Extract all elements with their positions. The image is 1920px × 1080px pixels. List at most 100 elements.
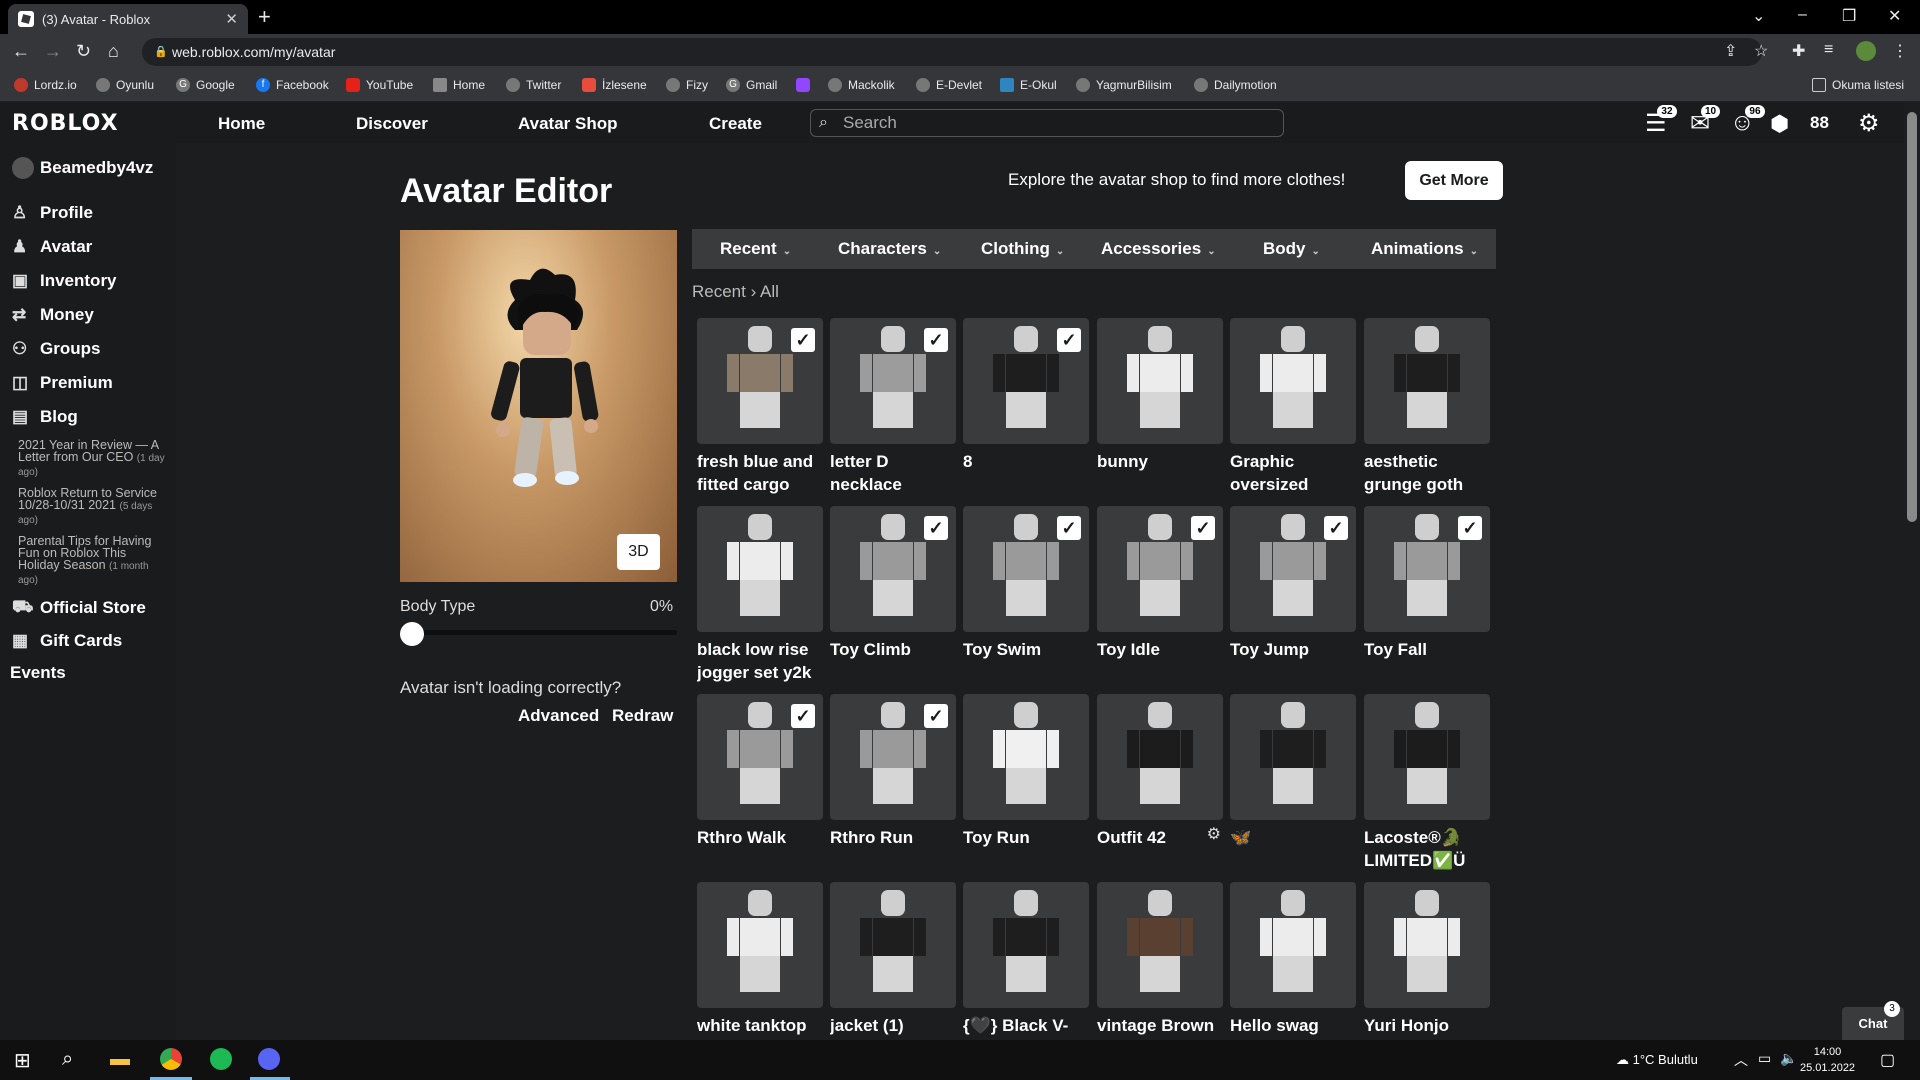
avatar-item-card[interactable]: jacket (1)	[830, 882, 956, 1060]
robux-icon[interactable]: ⬢	[1770, 111, 1789, 137]
search-input[interactable]: ⌕ Search	[810, 109, 1284, 137]
bookmark-google[interactable]: G Google	[176, 78, 235, 92]
item-name[interactable]: fresh blue and fitted cargo	[697, 450, 823, 496]
sidebar-item-blog[interactable]: ▤ Blog	[12, 407, 78, 427]
avatar-item-card[interactable]: 🦋	[1230, 694, 1356, 872]
check-icon[interactable]: ✓	[1458, 516, 1482, 540]
avatar-item-card[interactable]: Toy Run	[963, 694, 1089, 872]
sidebar-item-gift-cards[interactable]: ▦ Gift Cards	[12, 631, 122, 651]
network-icon[interactable]: ▭	[1758, 1050, 1771, 1067]
avatar-item-card[interactable]: Graphic oversized	[1230, 318, 1356, 496]
bookmark-twitch[interactable]	[796, 78, 816, 92]
friends-icon[interactable]: ☺ 96	[1730, 105, 1765, 137]
reading-list[interactable]: Okuma listesi	[1812, 78, 1904, 92]
item-name[interactable]: Toy Fall	[1364, 638, 1490, 684]
system-clock[interactable]: 14:00 25.01.2022	[1800, 1044, 1855, 1076]
check-icon[interactable]: ✓	[791, 328, 815, 352]
bookmark-fizy[interactable]: Fizy	[666, 78, 708, 92]
sidebar-item-premium[interactable]: ◫ Premium	[12, 373, 113, 393]
windows-start-icon[interactable]: ⊞	[14, 1048, 31, 1073]
item-name[interactable]: Rthro Run	[830, 826, 956, 872]
outfit-settings-gear-icon[interactable]: ⚙	[1207, 824, 1221, 844]
avatar-item-card[interactable]: {🖤} Black V-	[963, 882, 1089, 1060]
scrollbar-thumb[interactable]	[1907, 112, 1917, 522]
item-thumbnail[interactable]: ✓	[963, 506, 1089, 632]
robux-count[interactable]: 88	[1810, 113, 1829, 133]
item-name[interactable]: Toy Idle	[1097, 638, 1223, 684]
item-thumbnail[interactable]	[1097, 694, 1223, 820]
avatar-item-card[interactable]: ✓ Rthro Walk	[697, 694, 823, 872]
bookmark-twitter[interactable]: Twitter	[506, 78, 561, 92]
menu-icon[interactable]: ⋮	[1892, 41, 1908, 61]
tab-clothing[interactable]: Clothing ⌄	[981, 239, 1064, 259]
spotify-icon[interactable]	[210, 1048, 232, 1070]
tab-animations[interactable]: Animations ⌄	[1371, 239, 1478, 259]
avatar-item-card[interactable]: ✓ Toy Jump	[1230, 506, 1356, 684]
sidebar-username[interactable]: Beamedby4vz	[12, 157, 153, 179]
item-name[interactable]: Toy Jump	[1230, 638, 1356, 684]
item-thumbnail[interactable]	[1230, 882, 1356, 1008]
tab-search-icon[interactable]: ⌄	[1752, 6, 1765, 26]
notifications-icon[interactable]: ☰ 32	[1645, 105, 1677, 138]
sidebar-item-profile[interactable]: ♙ Profile	[12, 203, 93, 223]
avatar-item-card[interactable]: Outfit 42 ⚙	[1097, 694, 1223, 872]
item-name[interactable]: Toy Swim	[963, 638, 1089, 684]
item-name[interactable]: letter D necklace	[830, 450, 956, 496]
avatar-item-card[interactable]: ✓ fresh blue and fitted cargo	[697, 318, 823, 496]
close-tab-icon[interactable]: ✕	[225, 10, 238, 28]
roblox-logo[interactable]: ROBLOX	[12, 111, 119, 136]
file-explorer-icon[interactable]: ▬	[110, 1048, 130, 1071]
item-thumbnail[interactable]: ✓	[697, 318, 823, 444]
sidebar-item-money[interactable]: ⇄ Money	[12, 305, 94, 325]
check-icon[interactable]: ✓	[924, 704, 948, 728]
close-window-icon[interactable]: ✕	[1888, 6, 1901, 26]
chrome-icon[interactable]	[160, 1048, 182, 1070]
get-more-button[interactable]: Get More	[1405, 161, 1503, 200]
check-icon[interactable]: ✓	[1191, 516, 1215, 540]
sidebar-item-official-store[interactable]: ⛟ Official Store	[12, 597, 146, 619]
avatar-item-card[interactable]: aesthetic grunge goth	[1364, 318, 1490, 496]
home-icon[interactable]: ⌂	[108, 41, 119, 62]
bookmark-facebook[interactable]: f Facebook	[256, 78, 329, 92]
body-type-slider-handle[interactable]	[400, 622, 424, 646]
check-icon[interactable]: ✓	[924, 516, 948, 540]
bookmark-yagmurbilisim[interactable]: YagmurBilisim	[1076, 78, 1172, 92]
blog-post-1[interactable]: 2021 Year in Review — A Letter from Our …	[18, 439, 168, 479]
avatar-item-card[interactable]: vintage Brown	[1097, 882, 1223, 1060]
avatar-item-card[interactable]: ✓ 8	[963, 318, 1089, 496]
avatar-item-card[interactable]: ✓ Toy Climb	[830, 506, 956, 684]
item-thumbnail[interactable]	[963, 882, 1089, 1008]
bookmark-mackolik[interactable]: Mackolik	[828, 78, 895, 92]
item-name[interactable]: Toy Run	[963, 826, 1089, 872]
taskbar-search-icon[interactable]: ⌕	[62, 1048, 73, 1071]
minimize-icon[interactable]: –	[1798, 6, 1807, 24]
item-thumbnail[interactable]: ✓	[1364, 506, 1490, 632]
tab-body[interactable]: Body ⌄	[1263, 239, 1320, 259]
item-name[interactable]: Toy Climb	[830, 638, 956, 684]
notification-center-icon[interactable]: ▢	[1880, 1050, 1895, 1070]
bookmark-home[interactable]: Home	[433, 78, 485, 92]
tab-accessories[interactable]: Accessories ⌄	[1101, 239, 1216, 259]
advanced-link[interactable]: Advanced	[518, 706, 599, 726]
sidebar-item-avatar[interactable]: ♟ Avatar	[12, 237, 92, 257]
item-thumbnail[interactable]: ✓	[697, 694, 823, 820]
profile-avatar-icon[interactable]	[1856, 41, 1876, 61]
avatar-item-card[interactable]: white tanktop	[697, 882, 823, 1060]
nav-home[interactable]: Home	[218, 114, 265, 134]
bookmark-edevlet[interactable]: E-Devlet	[916, 78, 982, 92]
toggle-3d-button[interactable]: 3D	[617, 534, 660, 570]
bookmark-dailymotion[interactable]: Dailymotion	[1194, 78, 1277, 92]
item-thumbnail[interactable]	[697, 882, 823, 1008]
forward-icon[interactable]: →	[44, 41, 62, 62]
avatar-item-card[interactable]: ✓ Toy Fall	[1364, 506, 1490, 684]
sidebar-item-events[interactable]: Events	[10, 663, 66, 683]
tab-characters[interactable]: Characters ⌄	[838, 239, 941, 259]
nav-avatar-shop[interactable]: Avatar Shop	[518, 114, 618, 134]
check-icon[interactable]: ✓	[1324, 516, 1348, 540]
item-thumbnail[interactable]	[1230, 318, 1356, 444]
item-thumbnail[interactable]	[1364, 694, 1490, 820]
check-icon[interactable]: ✓	[924, 328, 948, 352]
back-icon[interactable]: ←	[12, 41, 30, 62]
volume-icon[interactable]: 🔈	[1780, 1050, 1797, 1067]
redraw-link[interactable]: Redraw	[612, 706, 673, 726]
